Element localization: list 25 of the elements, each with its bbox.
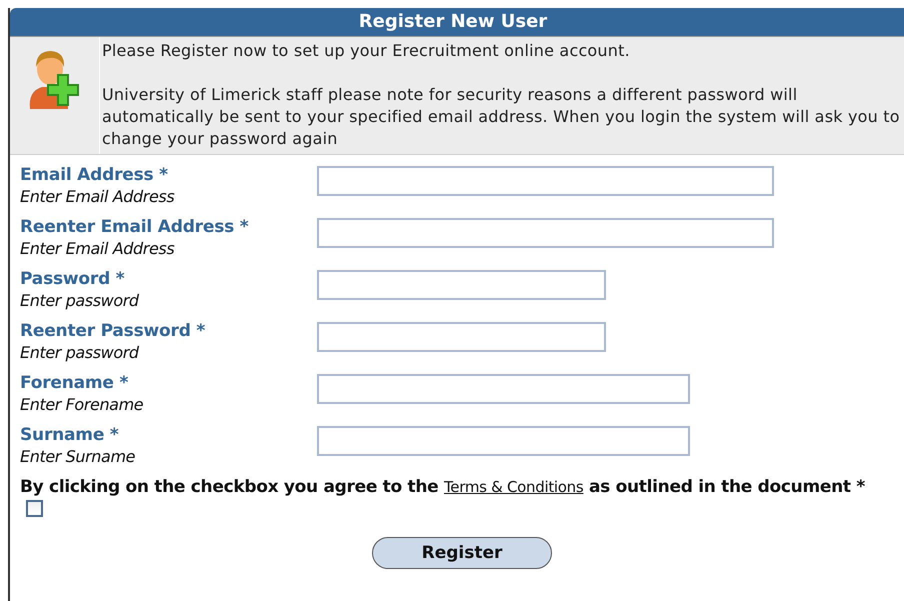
field-label: Email Address * — [20, 165, 168, 186]
input-field[interactable] — [317, 374, 690, 404]
field-hint: Enter password — [20, 342, 139, 363]
field-hint: Enter Email Address — [20, 186, 174, 207]
register-button[interactable]: Register — [372, 537, 552, 569]
input-field[interactable] — [317, 270, 606, 300]
field-hint: Enter Forename — [20, 394, 144, 415]
input-field[interactable] — [317, 166, 774, 196]
field-label: Surname * — [20, 425, 119, 446]
field-label: Password * — [20, 269, 124, 290]
agree-checkbox[interactable] — [26, 500, 43, 517]
input-field[interactable] — [317, 322, 606, 352]
field-label: Reenter Password * — [20, 321, 206, 342]
field-hint: Enter Surname — [20, 446, 136, 467]
panel-header: Register New User — [10, 8, 904, 36]
field-hint: Enter password — [20, 290, 139, 311]
field-label: Forename * — [20, 373, 128, 394]
agreement-text: By clicking on the checkbox you agree to the Terms & Conditions as outlined in the document * — [20, 477, 866, 497]
terms-link[interactable]: Terms & Conditions — [444, 478, 584, 496]
intro-text: Please Register now to set up your Erecruitment online account. — [102, 40, 631, 62]
input-field[interactable] — [317, 218, 774, 248]
intro-text: University of Limerick staff please note for security reasons a different password will automatically be sent to your specified email address. When you login the system will ask you to change your password again — [102, 84, 901, 150]
field-hint: Enter Email Address — [20, 238, 174, 259]
input-field[interactable] — [317, 426, 690, 456]
field-label: Reenter Email Address * — [20, 217, 248, 238]
